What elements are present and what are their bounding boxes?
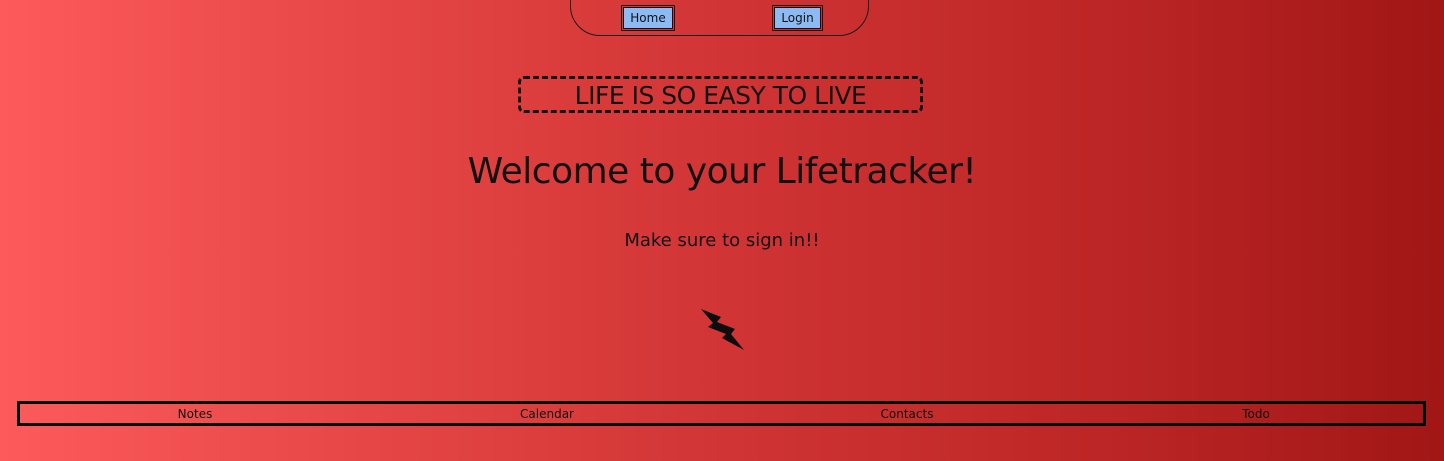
footer-nav: Notes Calendar Contacts Todo xyxy=(17,401,1426,426)
page-title: Welcome to your Lifetracker! xyxy=(467,151,977,192)
footer-link-todo[interactable]: Todo xyxy=(1242,406,1270,422)
signin-reminder: Make sure to sign in!! xyxy=(624,230,820,251)
motto-banner: LIFE IS SO EASY TO LIVE xyxy=(518,76,923,113)
footer-link-contacts[interactable]: Contacts xyxy=(881,406,934,422)
footer-link-calendar[interactable]: Calendar xyxy=(520,406,574,422)
top-nav: Home Login xyxy=(570,0,869,36)
footer-link-notes[interactable]: Notes xyxy=(178,406,213,422)
login-button[interactable]: Login xyxy=(772,5,823,31)
home-button[interactable]: Home xyxy=(621,5,675,31)
lightning-bolt-icon xyxy=(701,309,744,350)
